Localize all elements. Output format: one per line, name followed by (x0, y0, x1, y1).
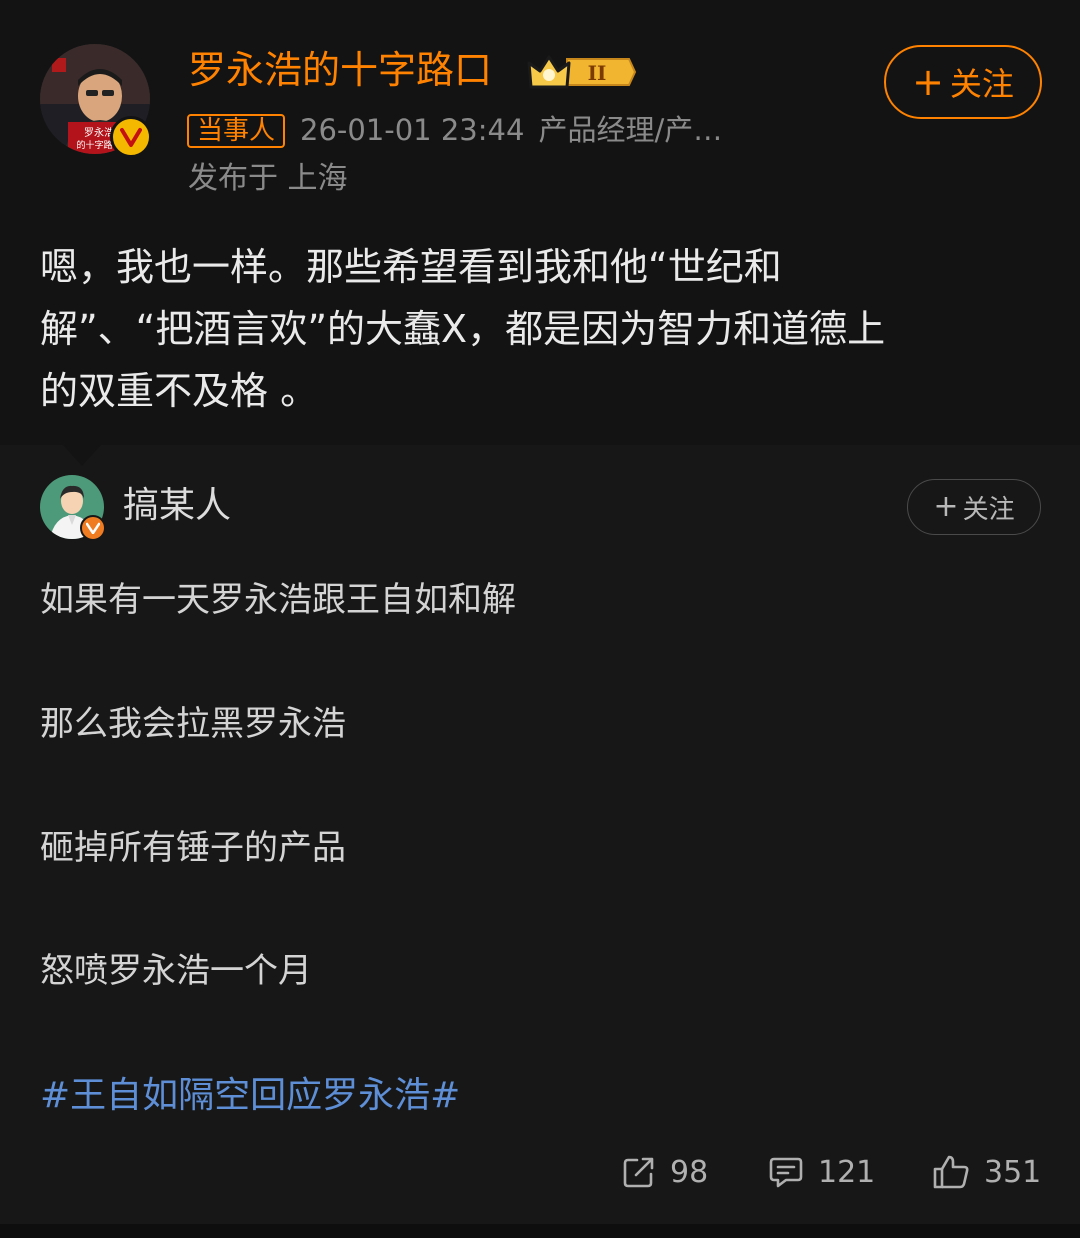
follow-author-button[interactable]: + 关注 (884, 45, 1042, 119)
bottom-divider (0, 1224, 1080, 1238)
quoted-text-line: 那么我会拉黑罗永浩 (40, 704, 346, 744)
party-tag: 当事人 (187, 114, 286, 148)
quote-pointer (62, 444, 102, 466)
post-text-line: 嗯，我也一样。那些希望看到我和他“世纪和 (40, 245, 782, 289)
follow-quoted-author-button[interactable]: + 关注 (907, 479, 1041, 535)
crown-level-badge-icon[interactable]: II (527, 51, 637, 93)
verified-v-icon (110, 116, 152, 158)
post-text-line: 的双重不及格 。 (40, 369, 319, 413)
thumbs-up-icon (933, 1155, 969, 1189)
quoted-text-line: 如果有一天罗永浩跟王自如和解 (40, 580, 516, 620)
plus-icon: + (912, 60, 944, 104)
weibo-post-screen: 罗永浩 的十字路口 罗永浩的十字路口 II + 关注 当事人 26-01-01 … (0, 0, 1080, 1238)
repost-count: 98 (670, 1154, 709, 1190)
share-icon (623, 1157, 654, 1188)
plus-icon: + (933, 489, 959, 524)
repost-button[interactable]: 98 (622, 1148, 708, 1196)
post-meta: 26-01-01 23:44 产品经理/产… (300, 108, 770, 152)
crown-level-text: II (588, 61, 607, 85)
quoted-text-line: 怒喷罗永浩一个月 (40, 951, 312, 991)
like-button[interactable]: 351 (932, 1148, 1041, 1196)
like-count: 351 (984, 1154, 1042, 1190)
author-name[interactable]: 罗永浩的十字路口 (188, 44, 492, 96)
quoted-author-name[interactable]: 搞某人 (123, 481, 231, 531)
main-post: 罗永浩 的十字路口 罗永浩的十字路口 II + 关注 当事人 26-01-01 … (0, 0, 1080, 445)
comment-icon (769, 1157, 803, 1188)
verified-v-icon (80, 515, 106, 541)
post-timestamp: 26-01-01 23:44 (300, 113, 525, 147)
follow-label: 关注 (962, 494, 1015, 525)
post-location: 发布于 上海 (188, 161, 348, 196)
post-text-line: 解”、“把酒言欢”的大蠢X，都是因为智力和道德上 (40, 307, 886, 351)
quoted-text-line: 砸掉所有锤子的产品 (40, 828, 346, 868)
follow-label: 关注 (949, 65, 1014, 103)
post-text: 嗯，我也一样。那些希望看到我和他“世纪和 解”、“把酒言欢”的大蠢X，都是因为智… (40, 236, 1040, 422)
comment-count: 121 (818, 1154, 876, 1190)
author-occupation: 产品经理/产… (538, 113, 723, 147)
comment-button[interactable]: 121 (768, 1148, 875, 1196)
topic-hashtag-link[interactable]: #王自如隔空回应罗永浩# (40, 1066, 460, 1126)
